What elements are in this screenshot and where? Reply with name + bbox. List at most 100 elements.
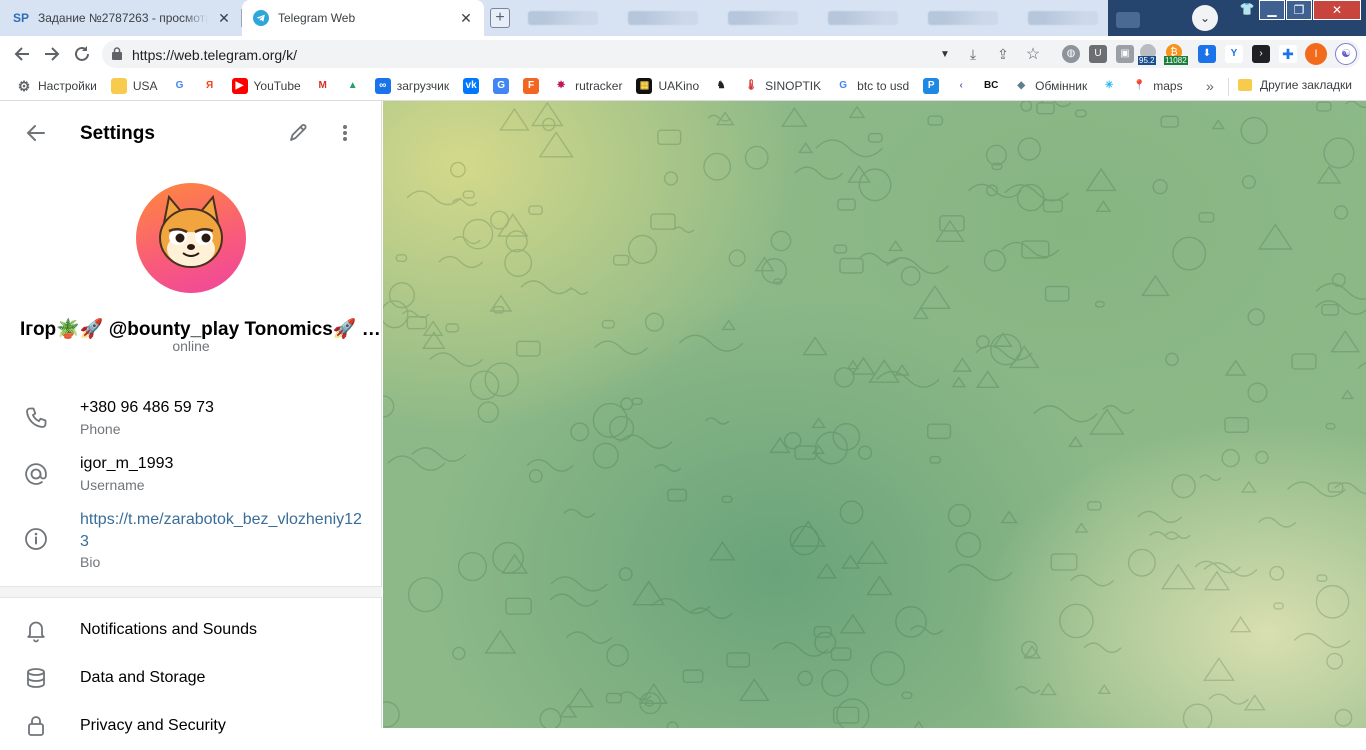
shirt-icon[interactable]: 👕 <box>1234 0 1260 20</box>
download-extension-icon[interactable]: ⬇ <box>1198 45 1216 63</box>
bookmark-chevron[interactable]: ‹ <box>953 78 970 94</box>
doodle-shape <box>985 184 998 197</box>
doodle-shape <box>1240 480 1257 493</box>
bookmark-f-orange[interactable]: F <box>523 78 540 94</box>
back-arrow-icon[interactable] <box>12 44 32 64</box>
menu-item-data-storage[interactable]: Data and Storage <box>0 654 382 702</box>
bookmark-обмінник[interactable]: ◆ Обмінник <box>1013 78 1087 94</box>
username-row[interactable]: igor_m_1993 Username <box>0 443 382 495</box>
menu-item-notifications[interactable]: Notifications and Sounds <box>0 606 382 654</box>
bookmark-maps[interactable]: 📍 maps <box>1131 78 1183 94</box>
maximize-icon[interactable]: ❐ <box>1286 0 1312 20</box>
bio-link[interactable]: https://t.me/zarabotok_bez_vlozheniy123 <box>80 509 365 553</box>
doodle-shape <box>1000 510 1018 524</box>
at-sign-icon <box>22 460 50 488</box>
doodle-shape <box>383 701 400 728</box>
tab-telegram[interactable]: Telegram Web ✕ <box>242 0 484 36</box>
google-icon: G <box>171 78 188 94</box>
close-tab-icon[interactable]: ✕ <box>458 10 474 26</box>
back-arrow-icon[interactable] <box>22 119 50 147</box>
background-tab[interactable] <box>928 11 998 25</box>
edit-pencil-icon[interactable] <box>284 119 312 147</box>
globe-extension-icon[interactable]: ◍ <box>1062 45 1080 63</box>
lock-icon[interactable] <box>112 47 122 60</box>
bookmark-btc-to-usd[interactable]: Gbtc to usd <box>835 78 909 94</box>
y-extension-icon[interactable]: Y <box>1225 45 1243 63</box>
doodle-shape <box>1152 179 1168 195</box>
dropdown-icon[interactable]: ▼ <box>940 49 954 60</box>
background-tab[interactable] <box>728 11 798 25</box>
phone-row[interactable]: +380 96 486 59 73 Phone <box>0 387 382 439</box>
bookmark-google[interactable]: G <box>171 78 188 94</box>
bookmark-usa[interactable]: USA <box>110 78 158 94</box>
window-thumbnail-icon <box>1116 12 1140 28</box>
uakino-icon: ▦ <box>636 78 653 94</box>
username-label: Username <box>80 477 145 493</box>
bookmark-gmail[interactable]: M <box>314 78 331 94</box>
extension-with-badge[interactable]: ₿ 11082 <box>1164 44 1190 65</box>
extension-with-badge[interactable]: 95.2 <box>1138 44 1162 65</box>
more-bookmarks-icon[interactable]: » <box>1206 78 1214 94</box>
doodle-shape <box>703 152 732 181</box>
bookmark-p-blue[interactable]: P <box>923 78 940 94</box>
doodle-shape <box>1021 240 1050 259</box>
doodle-shape <box>1287 481 1347 498</box>
doodle-shape <box>504 248 533 277</box>
tab-search-icon[interactable]: ⌄ <box>1192 5 1218 31</box>
ublock-extension-icon[interactable]: U <box>1089 45 1107 63</box>
doodle-shape <box>666 721 679 728</box>
doodle-shape <box>888 239 904 252</box>
bookmark-bc[interactable]: BC <box>983 78 1000 94</box>
briefcase-extension-icon[interactable]: ▣ <box>1116 45 1134 63</box>
doodle-shape <box>592 442 619 469</box>
bookmark-label: Другие закладки <box>1260 78 1352 92</box>
doodle-shape <box>837 198 856 211</box>
bookmark-asterisk[interactable]: ✳ <box>1101 78 1118 94</box>
background-tab[interactable] <box>1028 11 1098 25</box>
forward-arrow-icon[interactable] <box>42 44 62 64</box>
address-bar[interactable]: https://web.telegram.org/k/ ▼ ⤓ ⇪ ☆ ◍ U … <box>102 40 1360 68</box>
bookmark-youtube[interactable]: ▶ YouTube <box>231 78 301 94</box>
bookmark-vk[interactable]: vk <box>463 78 480 94</box>
doodle-shape <box>927 423 952 440</box>
new-tab-icon[interactable]: + <box>490 8 510 28</box>
doodle-shape <box>1198 212 1215 223</box>
other-bookmarks[interactable]: Другие закладки <box>1238 78 1352 92</box>
doodle-shape <box>606 643 629 667</box>
more-vertical-icon[interactable] <box>333 119 357 147</box>
install-icon[interactable]: ⤓ <box>964 46 982 63</box>
bookmark-drive[interactable]: ▲ <box>344 78 361 94</box>
doodle-shape <box>1247 382 1268 403</box>
bookmark-figure[interactable]: ♞ <box>713 78 730 94</box>
bio-row[interactable]: https://t.me/zarabotok_bez_vlozheniy123 … <box>0 499 382 579</box>
bookmark-translate[interactable]: G <box>493 78 510 94</box>
background-tab[interactable] <box>828 11 898 25</box>
asterisk-icon: ✳ <box>1101 78 1118 94</box>
background-tab[interactable] <box>628 11 698 25</box>
bookmark-star-icon[interactable]: ☆ <box>1024 44 1042 64</box>
share-icon[interactable]: ⇪ <box>994 46 1012 63</box>
reload-icon[interactable] <box>72 44 92 64</box>
terminal-extension-icon[interactable]: › <box>1252 45 1270 63</box>
doodle-shape <box>493 306 505 314</box>
bookmark-yandex[interactable]: Я <box>201 78 218 94</box>
doodle-shape <box>847 165 872 183</box>
bookmark-uakino[interactable]: ▦ UAKino <box>636 78 699 94</box>
bookmark-sinoptik[interactable]: 🌡 SINOPTIK <box>743 78 821 94</box>
brave-extension-icon[interactable]: ☯ <box>1335 43 1357 65</box>
bookmarks-bar: ⚙ Настройки USA G Я ▶ YouTube M ▲ ∞ загрузчик vk G F ✸… <box>0 72 1366 101</box>
tab-task[interactable]: SP Задание №2787263 - просмотр задания ✕ <box>2 0 242 36</box>
close-tab-icon[interactable]: ✕ <box>216 10 232 26</box>
avatar[interactable] <box>136 183 246 293</box>
bookmark-rutracker[interactable]: ✸ rutracker <box>553 78 622 94</box>
profile-avatar[interactable]: I <box>1305 43 1327 65</box>
doodle-shape <box>650 213 676 230</box>
minimize-icon[interactable]: ▁ <box>1259 0 1285 20</box>
bookmark-загрузчик[interactable]: ∞ загрузчик <box>374 78 449 94</box>
close-window-icon[interactable]: ✕ <box>1313 0 1361 20</box>
doodle-shape <box>1330 329 1361 353</box>
background-tab[interactable] <box>528 11 598 25</box>
bookmark-настройки[interactable]: ⚙ Настройки <box>16 78 97 94</box>
puzzle-extensions-icon[interactable]: ✚ <box>1279 45 1297 63</box>
menu-item-privacy[interactable]: Privacy and Security <box>0 702 382 750</box>
